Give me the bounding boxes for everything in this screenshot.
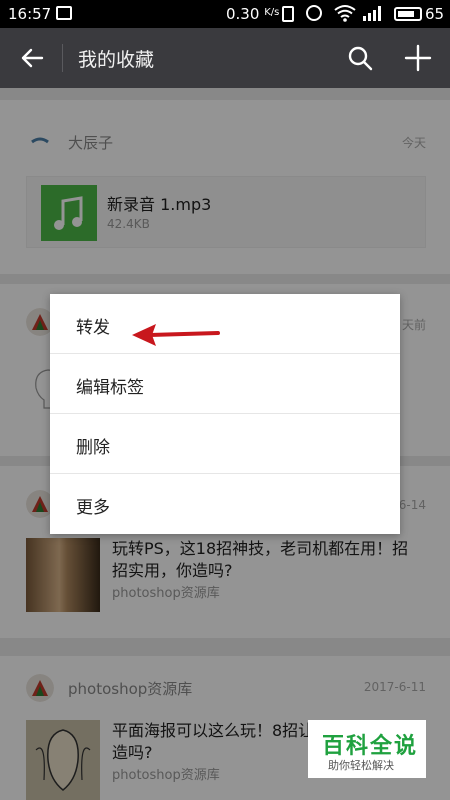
watermark-sub: 助你轻松解决 — [328, 759, 394, 772]
signal-icon — [363, 6, 381, 21]
vibrate-icon — [282, 6, 294, 22]
app-header: 我的收藏 — [0, 28, 450, 88]
menu-item-more[interactable]: 更多 — [50, 474, 400, 534]
plus-icon[interactable] — [404, 44, 432, 72]
menu-item-label: 编辑标签 — [76, 378, 144, 398]
page-title: 我的收藏 — [78, 49, 155, 71]
annotation-arrow-icon — [132, 324, 220, 346]
network-speed-value: 0.30 — [226, 5, 260, 23]
network-speed-unit: K/s — [264, 7, 280, 18]
battery-icon — [394, 7, 422, 21]
alarm-icon — [306, 5, 322, 21]
wifi-icon — [334, 5, 356, 22]
network-speed: 0.30 K/s — [226, 5, 279, 23]
menu-item-label: 转发 — [76, 318, 110, 338]
watermark-main: 百科全说 — [322, 734, 419, 759]
battery-level: 65 — [425, 5, 445, 23]
back-arrow-icon[interactable] — [18, 44, 46, 72]
status-bar: 16:57 0.30 K/s 65 — [0, 0, 450, 28]
status-time: 16:57 — [8, 5, 52, 23]
menu-item-label: 更多 — [76, 498, 110, 518]
menu-item-forward[interactable]: 转发 — [50, 294, 400, 354]
search-icon[interactable] — [346, 44, 374, 72]
menu-item-edit-tags[interactable]: 编辑标签 — [50, 354, 400, 414]
context-menu: 转发 编辑标签 删除 更多 — [50, 294, 400, 534]
watermark-logo: 百科全说 助你轻松解决 — [308, 720, 426, 778]
image-notification-icon — [56, 6, 72, 20]
menu-item-label: 删除 — [76, 438, 110, 458]
menu-item-delete[interactable]: 删除 — [50, 414, 400, 474]
header-divider — [62, 44, 63, 72]
